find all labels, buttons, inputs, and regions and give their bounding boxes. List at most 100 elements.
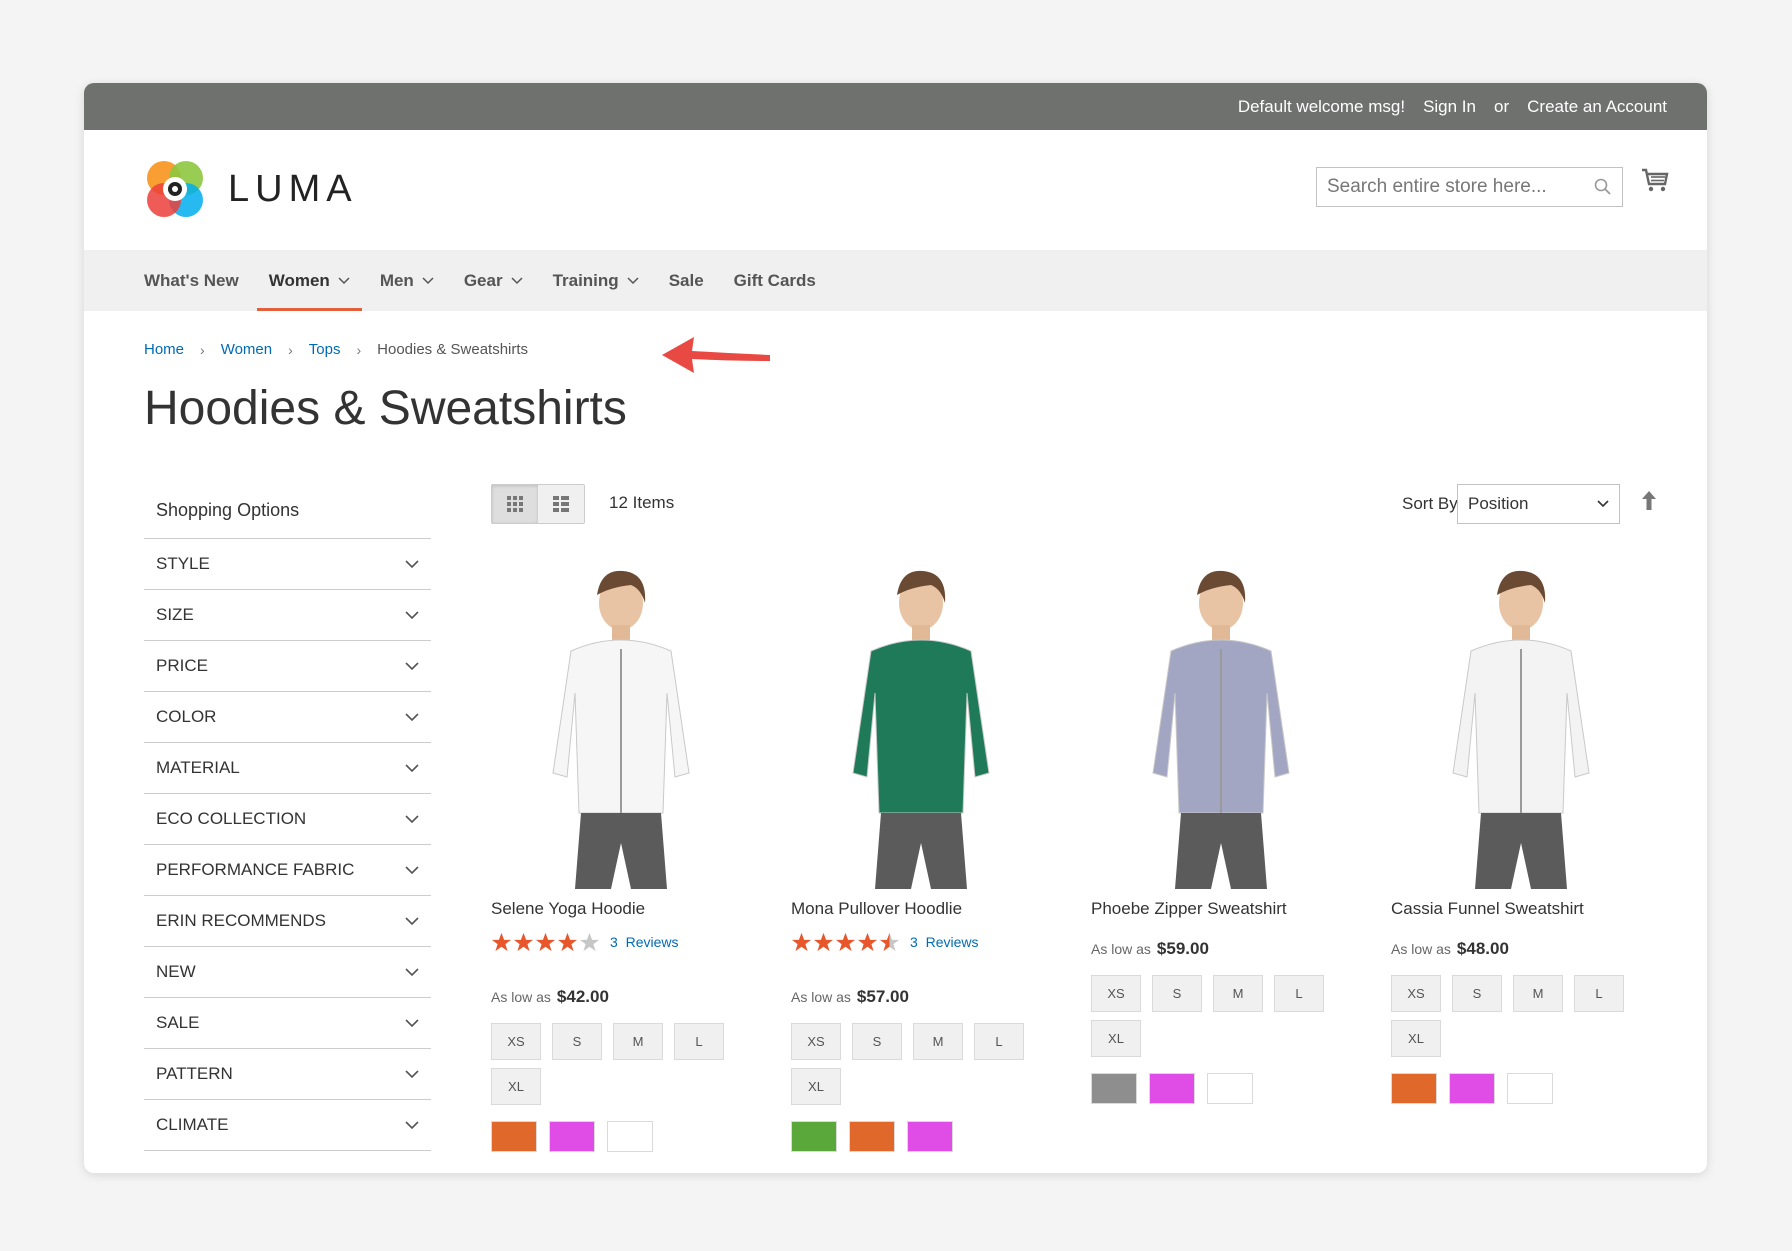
sign-in-link[interactable]: Sign In — [1423, 97, 1476, 117]
color-swatch[interactable] — [1449, 1073, 1495, 1104]
reviews-count: 3 — [610, 934, 618, 950]
star-icon — [791, 932, 812, 952]
color-swatch[interactable] — [791, 1121, 837, 1152]
price-value: $59.00 — [1156, 939, 1209, 958]
color-swatch[interactable] — [607, 1121, 653, 1152]
list-view-button[interactable] — [538, 485, 584, 523]
reviews-count: 3 — [910, 934, 918, 950]
size-option[interactable]: XL — [791, 1068, 841, 1105]
size-option[interactable]: XS — [1091, 975, 1141, 1012]
size-option[interactable]: XL — [1091, 1020, 1141, 1057]
color-swatch[interactable] — [1207, 1073, 1253, 1104]
size-option[interactable]: XS — [491, 1023, 541, 1060]
color-swatch[interactable] — [1091, 1073, 1137, 1104]
search-icon[interactable] — [1594, 178, 1612, 196]
nav-item-sale[interactable]: Sale — [657, 250, 716, 311]
filter-price[interactable]: PRICE — [144, 641, 431, 692]
sort-select[interactable]: Position — [1457, 484, 1620, 524]
filter-performance-fabric[interactable]: PERFORMANCE FABRIC — [144, 845, 431, 896]
filter-new[interactable]: NEW — [144, 947, 431, 998]
search-box[interactable] — [1316, 167, 1623, 207]
color-swatch[interactable] — [491, 1121, 537, 1152]
size-option[interactable]: S — [1152, 975, 1202, 1012]
filter-label: MATERIAL — [156, 758, 240, 777]
size-option[interactable]: S — [552, 1023, 602, 1060]
filter-erin-recommends[interactable]: ERIN RECOMMENDS — [144, 896, 431, 947]
size-option[interactable]: XS — [1391, 975, 1441, 1012]
grid-view-button[interactable] — [492, 485, 538, 523]
color-swatches — [1391, 1073, 1651, 1104]
color-swatch[interactable] — [907, 1121, 953, 1152]
nav-item-gear[interactable]: Gear — [452, 250, 535, 311]
size-option[interactable]: M — [1213, 975, 1263, 1012]
chevron-down-icon — [405, 712, 419, 721]
logo[interactable]: LUMA — [144, 158, 358, 220]
nav-label: Gift Cards — [733, 270, 816, 290]
filter-label: ERIN RECOMMENDS — [156, 911, 327, 930]
chevron-down-icon — [405, 1069, 419, 1078]
size-option[interactable]: XS — [791, 1023, 841, 1060]
price-prefix: As low as — [491, 989, 551, 1005]
search-input[interactable] — [1327, 176, 1594, 198]
sort-select-value: Position — [1468, 494, 1529, 513]
filter-sale[interactable]: SALE — [144, 998, 431, 1049]
product-name[interactable]: Cassia Funnel Sweatshirt — [1391, 899, 1651, 923]
size-option[interactable]: XL — [1391, 1020, 1441, 1057]
size-option[interactable]: L — [1274, 975, 1324, 1012]
view-mode-switch — [491, 484, 585, 524]
cart-icon[interactable] — [1640, 165, 1670, 195]
star-icon — [513, 932, 534, 952]
size-option[interactable]: XL — [491, 1068, 541, 1105]
size-option[interactable]: L — [674, 1023, 724, 1060]
product-price: As low as $48.00 — [1391, 931, 1651, 967]
breadcrumb-women[interactable]: Women — [221, 341, 272, 358]
product-name[interactable]: Phoebe Zipper Sweatshirt — [1091, 899, 1351, 923]
filter-climate[interactable]: CLIMATE — [144, 1100, 431, 1151]
product-name[interactable]: Selene Yoga Hoodie — [491, 899, 751, 923]
nav-item-gift-cards[interactable]: Gift Cards — [722, 250, 828, 311]
color-swatch[interactable] — [1149, 1073, 1195, 1104]
size-options: XS S M L XL — [1391, 975, 1631, 1057]
nav-item-men[interactable]: Men — [368, 250, 446, 311]
size-option[interactable]: S — [1452, 975, 1502, 1012]
filter-material[interactable]: MATERIAL — [144, 743, 431, 794]
color-swatch[interactable] — [549, 1121, 595, 1152]
chevron-down-icon — [405, 814, 419, 823]
filter-style[interactable]: STYLE — [144, 539, 431, 590]
product-image[interactable] — [1391, 563, 1651, 889]
shopping-options-title: Shopping Options — [144, 483, 431, 539]
product-image[interactable] — [1091, 563, 1351, 889]
size-option[interactable]: L — [1574, 975, 1624, 1012]
filter-pattern[interactable]: PATTERN — [144, 1049, 431, 1100]
logo-text: LUMA — [228, 167, 358, 210]
product-card: Cassia Funnel Sweatshirt As low as $48.00 X… — [1391, 563, 1651, 1104]
color-swatch[interactable] — [849, 1121, 895, 1152]
nav-item-women[interactable]: Women — [256, 250, 362, 311]
size-option[interactable]: S — [852, 1023, 902, 1060]
product-image[interactable] — [791, 563, 1051, 889]
size-option[interactable]: L — [974, 1023, 1024, 1060]
reviews-link[interactable]: 3 Reviews — [610, 934, 678, 950]
color-swatch[interactable] — [1391, 1073, 1437, 1104]
nav-item-training[interactable]: Training — [541, 250, 651, 311]
filter-color[interactable]: COLOR — [144, 692, 431, 743]
color-swatch[interactable] — [1507, 1073, 1553, 1104]
nav-item-whats-new[interactable]: What's New — [144, 250, 251, 311]
main-nav: What's New Women Men Gear Training Sale … — [84, 250, 1707, 311]
size-option[interactable]: M — [1513, 975, 1563, 1012]
size-option[interactable]: M — [913, 1023, 963, 1060]
filter-label: PERFORMANCE FABRIC — [156, 860, 355, 879]
breadcrumb-tops[interactable]: Tops — [309, 341, 341, 358]
price-value: $48.00 — [1456, 939, 1509, 958]
star-icon — [579, 932, 600, 952]
product-name[interactable]: Mona Pullover Hoodlie — [791, 899, 1051, 923]
sort-direction-arrow-icon[interactable] — [1641, 490, 1657, 512]
filter-size[interactable]: SIZE — [144, 590, 431, 641]
create-account-link[interactable]: Create an Account — [1527, 97, 1667, 117]
product-image[interactable] — [491, 563, 751, 889]
filter-eco-collection[interactable]: ECO COLLECTION — [144, 794, 431, 845]
chevron-down-icon — [627, 276, 639, 284]
reviews-link[interactable]: 3 Reviews — [910, 934, 978, 950]
size-option[interactable]: M — [613, 1023, 663, 1060]
breadcrumb-home[interactable]: Home — [144, 341, 184, 358]
